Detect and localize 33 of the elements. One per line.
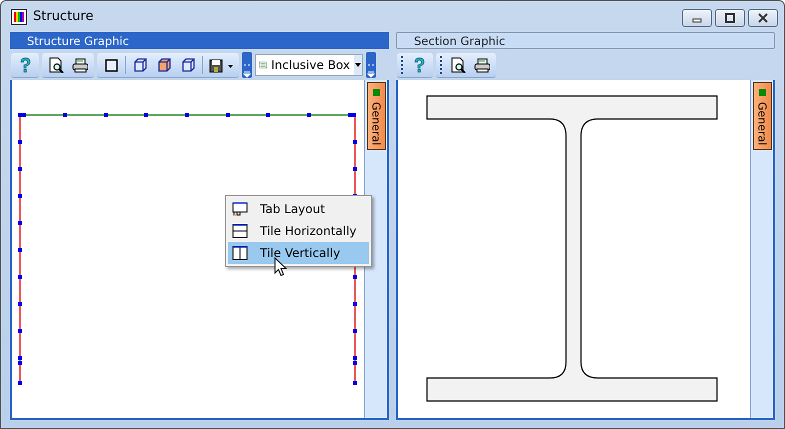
tab-layout-icon <box>232 201 248 217</box>
toolbar-overflow-button[interactable] <box>242 52 252 78</box>
tile-horizontal-icon <box>232 223 248 239</box>
printer-icon <box>474 56 490 72</box>
window-title: Structure <box>33 9 94 24</box>
close-button[interactable] <box>748 9 778 27</box>
panel-header[interactable]: Structure Graphic <box>10 32 389 49</box>
combo-value: Inclusive Box <box>271 58 350 72</box>
tile-vertical-icon <box>232 245 248 261</box>
menu-item[interactable]: Tab Layout <box>228 198 369 220</box>
caret-icon <box>354 62 362 68</box>
print-preview-icon <box>48 56 64 72</box>
close-icon <box>758 13 768 23</box>
menu-item[interactable]: Tile Horizontally <box>228 220 369 242</box>
minimize-button[interactable] <box>682 9 712 27</box>
toolbar-overflow-button[interactable] <box>366 52 376 78</box>
side-tab[interactable]: General <box>366 82 386 150</box>
square-icon <box>103 56 119 72</box>
floppy-caret-icon <box>208 56 234 72</box>
cube-icon <box>132 56 148 72</box>
cube-icon <box>156 56 172 72</box>
restore-icon <box>725 13 735 23</box>
menu-item[interactable]: Tile Vertically <box>228 242 369 264</box>
cube-icon <box>180 56 196 72</box>
chevron-icon <box>243 64 251 78</box>
side-tab[interactable]: General <box>752 82 772 150</box>
printer-icon <box>72 56 88 72</box>
chevron-icon <box>367 64 375 78</box>
app-icon <box>11 8 27 24</box>
maximize-button[interactable] <box>715 9 745 27</box>
print-preview-icon <box>450 56 466 72</box>
inclusive-box-dropdown[interactable]: Inclusive Box <box>255 54 363 76</box>
panel-header[interactable]: Section Graphic <box>396 32 775 49</box>
